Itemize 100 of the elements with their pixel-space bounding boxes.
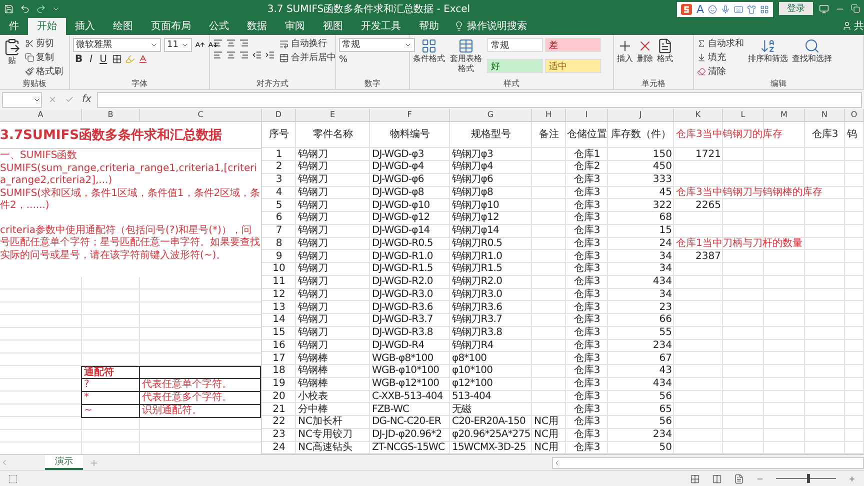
percent-button[interactable]: % xyxy=(339,54,348,66)
column-header[interactable]: J xyxy=(608,109,674,122)
sigma-icon[interactable] xyxy=(697,39,706,48)
scroll-left-icon[interactable] xyxy=(553,458,561,467)
ime-toolbar[interactable]: A xyxy=(677,2,773,18)
cancel-icon[interactable] xyxy=(48,95,57,104)
align-bottom-icon[interactable] xyxy=(239,38,249,48)
sheet-tab[interactable]: 演示 xyxy=(45,455,83,470)
number-format-field[interactable]: 常规 xyxy=(339,38,415,52)
formula-field[interactable] xyxy=(97,92,862,108)
editing-button[interactable]: 清除 xyxy=(697,66,744,78)
emoji-icon[interactable] xyxy=(708,5,717,14)
brush-icon[interactable] xyxy=(25,67,34,76)
save-icon[interactable] xyxy=(4,4,14,14)
font-shrink-icon[interactable] xyxy=(208,40,218,50)
ribbon-tab[interactable]: 视图 xyxy=(314,18,352,35)
normal-view-icon[interactable] xyxy=(690,474,700,484)
font-style-button[interactable]: U xyxy=(98,54,109,65)
search-icon[interactable] xyxy=(804,38,820,54)
cells-button[interactable]: 删除 xyxy=(637,38,653,78)
column-header[interactable]: B xyxy=(82,109,140,122)
column-header[interactable]: E xyxy=(296,109,370,122)
ribbon-tab[interactable]: 审阅 xyxy=(276,18,314,35)
undo-icon[interactable] xyxy=(20,4,30,14)
cell-style-button[interactable]: 适中 xyxy=(545,58,601,73)
wrap-icon[interactable] xyxy=(279,38,289,49)
paste-button[interactable]: 贴 xyxy=(3,38,21,78)
ribbon-tab[interactable]: 公式 xyxy=(200,18,238,35)
table-cell-text: 21 xyxy=(272,403,286,416)
ribbon-tab[interactable]: 开发工具 xyxy=(352,18,410,35)
font-name-field[interactable]: 微软雅黑 xyxy=(73,38,161,52)
align-left-icon[interactable] xyxy=(213,50,223,60)
editing-button[interactable]: 自动求和 xyxy=(697,38,744,50)
eraser-icon[interactable] xyxy=(697,67,706,76)
login-button[interactable]: 登录 xyxy=(779,2,813,16)
table-format-icon[interactable] xyxy=(458,38,474,54)
microphone-icon[interactable] xyxy=(721,5,730,14)
clipboard-button[interactable]: 复制 xyxy=(25,52,63,64)
ribbon-tab[interactable]: 数据 xyxy=(238,18,276,35)
editing-button[interactable]: 填充 xyxy=(697,52,744,64)
indent-increase-icon[interactable] xyxy=(265,50,275,60)
editing-button[interactable]: 排序和筛选 xyxy=(748,38,788,78)
person-icon[interactable] xyxy=(842,21,852,32)
clipboard-button[interactable]: 格式刷 xyxy=(25,66,63,78)
cell-style-button[interactable]: 好 xyxy=(487,58,543,73)
lightbulb-icon[interactable] xyxy=(454,21,464,32)
clipboard-button[interactable]: 剪切 xyxy=(25,38,63,50)
page-layout-icon[interactable] xyxy=(712,474,722,484)
ribbon-tab[interactable]: 绘图 xyxy=(104,18,142,35)
ribbon-tab[interactable]: 开始 xyxy=(28,18,66,35)
horizontal-scrollbar[interactable] xyxy=(552,456,864,469)
paste-icon[interactable] xyxy=(3,38,21,56)
column-header[interactable]: I xyxy=(566,109,608,122)
result-label: 仓库3当中钨钢刀与钨钢棒的库存 xyxy=(675,186,824,198)
font-style-button[interactable]: B xyxy=(73,54,85,65)
column-header[interactable]: D xyxy=(262,109,296,122)
column-header[interactable]: O xyxy=(845,109,864,122)
column-header[interactable]: A xyxy=(0,109,82,122)
column-header[interactable]: C xyxy=(140,109,262,122)
cell-style-button[interactable]: 常规 xyxy=(487,38,543,52)
align-middle-icon[interactable] xyxy=(226,38,236,48)
style-button[interactable]: 条件格式 xyxy=(413,38,445,78)
column-header[interactable]: L xyxy=(723,109,764,122)
column-header[interactable]: F xyxy=(370,109,450,122)
align-button[interactable]: 合并后居中 xyxy=(279,52,336,64)
border-icon[interactable] xyxy=(112,54,122,64)
align-top-icon[interactable] xyxy=(213,38,223,48)
insert-function-button[interactable]: fx xyxy=(82,94,92,106)
cells-button[interactable]: 插入 xyxy=(617,38,633,78)
font-size-field[interactable]: 11 xyxy=(164,38,192,52)
tell-me-field[interactable]: 操作说明搜索 xyxy=(448,18,533,35)
ribbon-tab[interactable]: 件 xyxy=(0,18,28,35)
scissors-icon[interactable] xyxy=(25,39,34,48)
ribbon-tab[interactable]: 插入 xyxy=(66,18,104,35)
font-grow-icon[interactable] xyxy=(195,40,205,50)
font-style-button[interactable]: I xyxy=(88,54,95,65)
redo-icon[interactable] xyxy=(36,4,46,14)
sort-icon[interactable] xyxy=(760,38,776,54)
column-header[interactable]: G xyxy=(450,109,532,122)
align-button[interactable]: 自动换行 xyxy=(279,38,336,50)
share-button[interactable]: 共 xyxy=(842,18,864,35)
ribbon-tab[interactable]: 帮助 xyxy=(410,18,448,35)
fill-icon[interactable] xyxy=(697,53,706,62)
column-header[interactable]: N xyxy=(805,109,845,122)
editing-button[interactable]: 查找和选择 xyxy=(792,38,832,78)
column-header[interactable]: K xyxy=(674,109,723,122)
align-center-icon[interactable] xyxy=(226,50,236,60)
cells-button[interactable]: 格式 xyxy=(657,38,673,78)
copy-icon[interactable] xyxy=(25,53,34,62)
merge-icon[interactable] xyxy=(279,52,289,63)
font-color-icon[interactable] xyxy=(138,54,148,64)
cell-style-button[interactable]: 差 xyxy=(545,38,601,52)
restore-icon[interactable] xyxy=(851,4,860,14)
ribbon-tab[interactable]: 页面布局 xyxy=(142,18,200,35)
column-header[interactable]: M xyxy=(764,109,805,122)
align-right-icon[interactable] xyxy=(239,50,249,60)
keyboard-icon[interactable] xyxy=(734,5,743,14)
column-header[interactable]: H xyxy=(532,109,566,122)
indent-decrease-icon[interactable] xyxy=(252,50,262,60)
style-button[interactable]: 套用表格格式 xyxy=(449,38,483,78)
